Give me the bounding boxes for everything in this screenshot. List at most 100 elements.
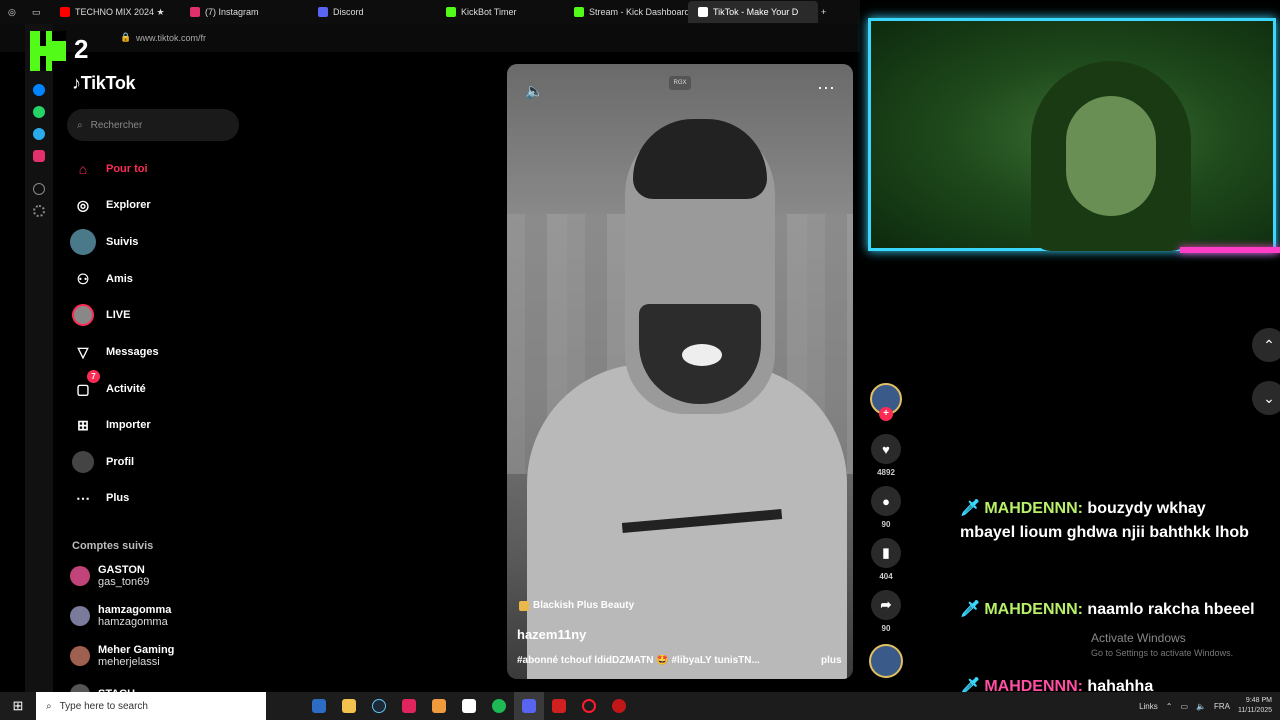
profile-avatar bbox=[72, 451, 94, 473]
following-accounts-title: Comptes suivis bbox=[72, 540, 154, 552]
share-icon: ➦ bbox=[871, 590, 901, 620]
tab-kickbot[interactable]: KickBot Timer bbox=[436, 1, 564, 23]
tab-kick-dashboard[interactable]: Stream - Kick Dashboard bbox=[564, 1, 688, 23]
share-button[interactable]: ➦ 90 bbox=[869, 590, 903, 633]
browser-tab-bar: ◎ ▭ TECHNO MIX 2024 ★ (7) Instagram Disc… bbox=[0, 0, 860, 24]
avatar bbox=[70, 606, 90, 626]
follow-plus-icon[interactable]: + bbox=[879, 407, 893, 421]
nav-importer[interactable]: ⊞ Importer bbox=[70, 410, 151, 440]
nav-activite[interactable]: ▢ 7 Activité bbox=[70, 370, 146, 404]
kick-counter: 2 bbox=[74, 34, 89, 64]
nav-suivis[interactable]: Suivis bbox=[70, 227, 138, 257]
followed-account[interactable]: hamzagomma hamzagomma bbox=[70, 604, 171, 628]
language-indicator[interactable]: FRA bbox=[1214, 702, 1230, 711]
volume-icon[interactable]: 🔈 bbox=[1196, 702, 1206, 711]
activate-windows-title: Activate Windows bbox=[1091, 631, 1186, 645]
chat-message: 🗡 MAHDENNN: naamlo rakcha hbeeel bbox=[960, 601, 1255, 618]
kick-logo bbox=[30, 31, 66, 71]
sword-icon: 🗡 bbox=[960, 500, 981, 517]
like-button[interactable]: ♥ 4892 bbox=[869, 434, 903, 477]
sword-icon: 🗡 bbox=[960, 601, 981, 618]
tab-instagram[interactable]: (7) Instagram bbox=[180, 1, 308, 23]
webcam-glow bbox=[1180, 247, 1280, 253]
nav-plus[interactable]: ⋯ Plus bbox=[70, 483, 129, 513]
search-input[interactable]: ⌕ Rechercher bbox=[67, 109, 239, 141]
creator-avatar-button[interactable]: + bbox=[869, 383, 903, 421]
file-explorer-icon[interactable] bbox=[334, 692, 364, 720]
messenger-icon[interactable] bbox=[33, 84, 45, 96]
activity-badge: 7 bbox=[87, 370, 100, 383]
windows-icon: ⊞ bbox=[12, 698, 24, 713]
chevron-up-icon[interactable]: ⌃ bbox=[1166, 702, 1173, 711]
nav-live[interactable]: LIVE bbox=[70, 300, 130, 330]
webcam-overlay bbox=[868, 18, 1276, 251]
instagram-icon[interactable] bbox=[33, 150, 45, 162]
url-field[interactable]: www.tiktok.com/fr bbox=[136, 33, 206, 43]
more-options-icon[interactable]: ⋯ bbox=[817, 78, 836, 99]
video-caption: #abonné tchouf ldidDZMATN 🤩 #libyaLY tun… bbox=[517, 655, 760, 666]
message-icon: ▽ bbox=[77, 343, 89, 360]
lock-icon: 🔒 bbox=[120, 32, 132, 42]
search-icon: ⌕ bbox=[46, 700, 52, 712]
video-player[interactable]: 🔈 RGX ⋯ Blackish Plus Beauty hazem11ny #… bbox=[507, 64, 853, 679]
opera-icon[interactable] bbox=[574, 692, 604, 720]
avatar bbox=[70, 646, 90, 666]
nav-profil[interactable]: Profil bbox=[70, 447, 134, 477]
nav-messages[interactable]: ▽ Messages bbox=[70, 337, 159, 367]
task-view-icon[interactable] bbox=[304, 692, 334, 720]
screen: ◎ ▭ TECHNO MIX 2024 ★ (7) Instagram Disc… bbox=[0, 0, 1280, 720]
discord-icon[interactable] bbox=[514, 692, 544, 720]
more-icon: ⋯ bbox=[76, 489, 90, 506]
network-icon[interactable]: ▭ bbox=[1180, 702, 1188, 711]
friends-icon: ⚇ bbox=[76, 270, 90, 287]
steam-icon[interactable] bbox=[364, 692, 394, 720]
music-tag[interactable]: Blackish Plus Beauty bbox=[519, 600, 634, 611]
tiktok-logo[interactable]: ♪TikTok bbox=[72, 73, 136, 94]
tiktok-note-icon: ♪ bbox=[72, 73, 81, 93]
search-icon: ⌕ bbox=[77, 119, 83, 131]
activate-windows-subtitle: Go to Settings to activate Windows. bbox=[1091, 648, 1234, 658]
clock[interactable]: 9:48 PM 11/11/2025 bbox=[1238, 696, 1272, 716]
whatsapp-icon[interactable] bbox=[33, 106, 45, 118]
chevron-down-icon: ⌄ bbox=[1263, 389, 1275, 406]
browser-menu-icon[interactable]: ◎ bbox=[0, 1, 28, 23]
comment-icon: ● bbox=[871, 486, 901, 516]
settings-icon[interactable] bbox=[33, 205, 45, 217]
video-username[interactable]: hazem11ny bbox=[517, 627, 586, 642]
chevron-up-icon: ⌃ bbox=[1263, 336, 1275, 353]
nav-amis[interactable]: ⚇ Amis bbox=[70, 264, 133, 294]
tab-tiktok[interactable]: TikTok - Make Your D bbox=[688, 1, 818, 23]
next-video-button[interactable]: ⌄ bbox=[1252, 381, 1280, 415]
start-button[interactable]: ⊞ bbox=[0, 692, 36, 720]
avatar bbox=[869, 644, 903, 678]
taskbar-search[interactable]: ⌕ Type here to search bbox=[36, 692, 266, 720]
tab-discord[interactable]: Discord bbox=[308, 1, 436, 23]
comment-button[interactable]: ● 90 bbox=[869, 486, 903, 529]
links-toolbar[interactable]: Links bbox=[1139, 702, 1158, 711]
nav-pour-toi[interactable]: ⌂ Pour toi bbox=[70, 154, 148, 184]
new-tab-button[interactable]: + bbox=[818, 1, 834, 23]
followed-account[interactable]: GASTON gas_ton69 bbox=[70, 564, 149, 588]
volume-icon[interactable]: 🔈 bbox=[525, 82, 544, 100]
app-icon[interactable] bbox=[604, 692, 634, 720]
streamer-face bbox=[1066, 96, 1156, 216]
spotify-icon[interactable] bbox=[484, 692, 514, 720]
app-icon[interactable] bbox=[544, 692, 574, 720]
nav-explorer[interactable]: ◎ Explorer bbox=[70, 190, 151, 220]
tab-youtube[interactable]: TECHNO MIX 2024 ★ bbox=[50, 1, 180, 23]
capcut-icon[interactable] bbox=[454, 692, 484, 720]
heart-icon: ♥ bbox=[871, 434, 901, 464]
extension-icon[interactable] bbox=[33, 183, 45, 195]
system-tray: Links ⌃ ▭ 🔈 FRA 9:48 PM 11/11/2025 bbox=[1139, 692, 1280, 720]
followed-account[interactable]: Meher Gaming meherjelassi bbox=[70, 644, 174, 668]
caption-more-link[interactable]: plus bbox=[821, 655, 842, 666]
music-icon bbox=[519, 600, 529, 611]
app-icon[interactable] bbox=[424, 692, 454, 720]
save-button[interactable]: ▮ 404 bbox=[869, 538, 903, 581]
telegram-icon[interactable] bbox=[33, 128, 45, 140]
pocket-icon[interactable] bbox=[394, 692, 424, 720]
video-subject-mouth bbox=[682, 344, 722, 366]
tab-list-icon[interactable]: ▭ bbox=[28, 1, 50, 23]
sound-avatar-button[interactable] bbox=[869, 644, 903, 678]
previous-video-button[interactable]: ⌃ bbox=[1252, 328, 1280, 362]
